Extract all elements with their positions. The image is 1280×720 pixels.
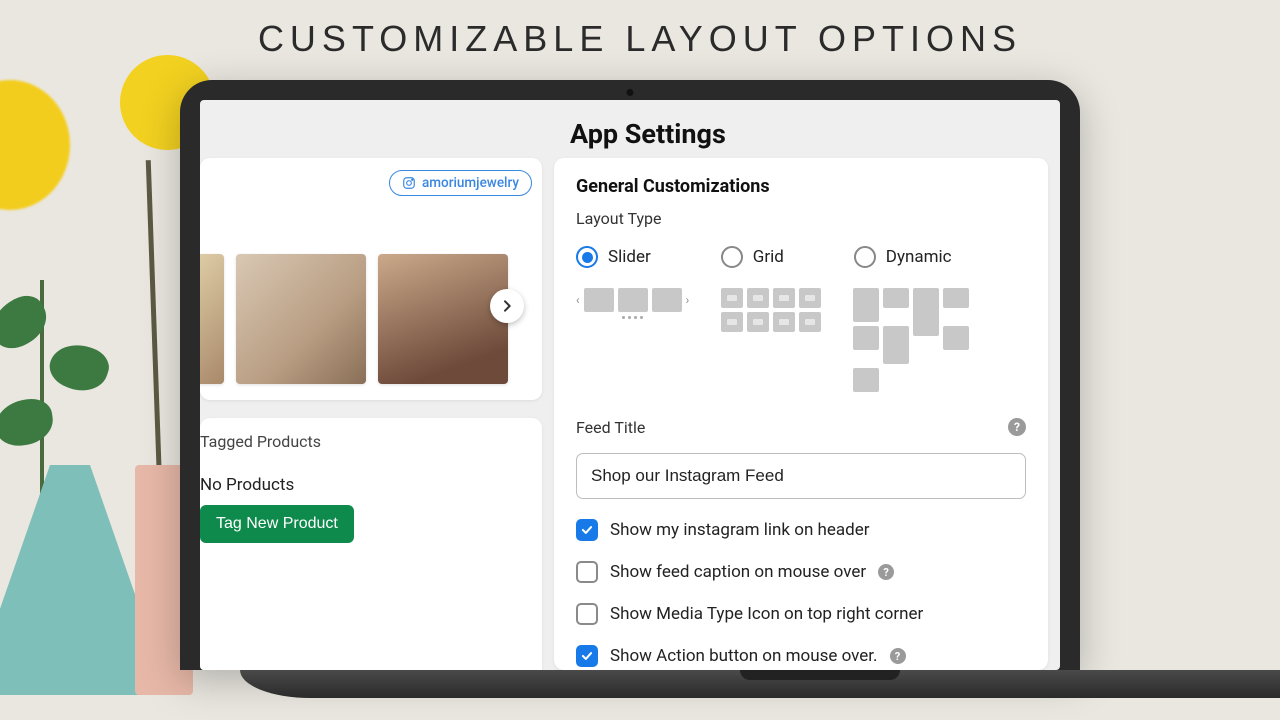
checkbox-icon (576, 519, 598, 541)
radio-icon (576, 246, 598, 268)
feed-title-input[interactable] (576, 453, 1026, 499)
checkbox-show-caption[interactable]: Show feed caption on mouse over ? (576, 561, 1026, 583)
instagram-account-chip[interactable]: amoriumjewelry (389, 170, 532, 196)
section-title: General Customizations (576, 176, 1026, 197)
app-settings-title: App Settings (570, 118, 726, 150)
checkbox-label: Show feed caption on mouse over (610, 562, 866, 582)
radio-label: Grid (753, 247, 784, 267)
laptop-notch (740, 670, 900, 680)
decor-flower-left (0, 80, 70, 210)
help-icon[interactable]: ? (878, 564, 894, 580)
feed-thumb[interactable] (200, 254, 224, 384)
checkbox-show-media-icon[interactable]: Show Media Type Icon on top right corner (576, 603, 1026, 625)
laptop-frame: App Settings amoriumjewelry (180, 80, 1080, 670)
laptop-base (240, 670, 1280, 698)
checkbox-icon (576, 645, 598, 667)
instagram-handle: amoriumjewelry (422, 175, 519, 191)
carousel-next-button[interactable] (490, 289, 524, 323)
general-customizations-card: General Customizations Layout Type Slide… (554, 158, 1048, 670)
checkbox-label: Show Media Type Icon on top right corner (610, 604, 923, 624)
decor-leaf (0, 396, 56, 449)
tagged-products-empty: No Products (200, 475, 530, 495)
checkbox-show-instagram-link[interactable]: Show my instagram link on header (576, 519, 1026, 541)
checkbox-icon (576, 603, 598, 625)
feed-thumb[interactable] (236, 254, 366, 384)
layout-type-radio-group: Slider Grid Dynamic (576, 246, 1026, 268)
checkbox-show-action-button[interactable]: Show Action button on mouse over. ? (576, 645, 1026, 667)
radio-label: Dynamic (886, 247, 952, 267)
checkbox-label: Show my instagram link on header (610, 520, 870, 540)
decor-leaf (44, 337, 113, 398)
radio-label: Slider (608, 247, 651, 267)
feed-thumb[interactable] (378, 254, 508, 384)
layout-preview-slider: ‹› (576, 288, 689, 319)
layout-previews: ‹› (576, 288, 1026, 392)
layout-option-grid[interactable]: Grid (721, 246, 784, 268)
layout-preview-dynamic (853, 288, 969, 392)
radio-icon (854, 246, 876, 268)
chevron-right-icon (499, 298, 515, 314)
tag-new-product-button[interactable]: Tag New Product (200, 505, 354, 543)
instagram-icon (402, 176, 416, 190)
decor-leaf (0, 289, 55, 357)
checkbox-label: Show Action button on mouse over. (610, 646, 878, 666)
help-icon[interactable]: ? (890, 648, 906, 664)
help-icon[interactable]: ? (1008, 418, 1026, 436)
tagged-products-card: Tagged Products No Products Tag New Prod… (200, 418, 542, 670)
feed-thumbnails (200, 254, 508, 384)
layout-option-dynamic[interactable]: Dynamic (854, 246, 952, 268)
checkbox-icon (576, 561, 598, 583)
layout-option-slider[interactable]: Slider (576, 246, 651, 268)
feed-title-label: Feed Title (576, 418, 645, 437)
radio-icon (721, 246, 743, 268)
page-banner: CUSTOMIZABLE LAYOUT OPTIONS (0, 18, 1280, 60)
layout-type-label: Layout Type (576, 209, 1026, 228)
tagged-products-title: Tagged Products (200, 432, 530, 451)
layout-preview-grid (721, 288, 821, 332)
laptop-camera (627, 89, 634, 96)
app-screen: App Settings amoriumjewelry (200, 100, 1060, 670)
feed-preview-card: amoriumjewelry (200, 158, 542, 400)
